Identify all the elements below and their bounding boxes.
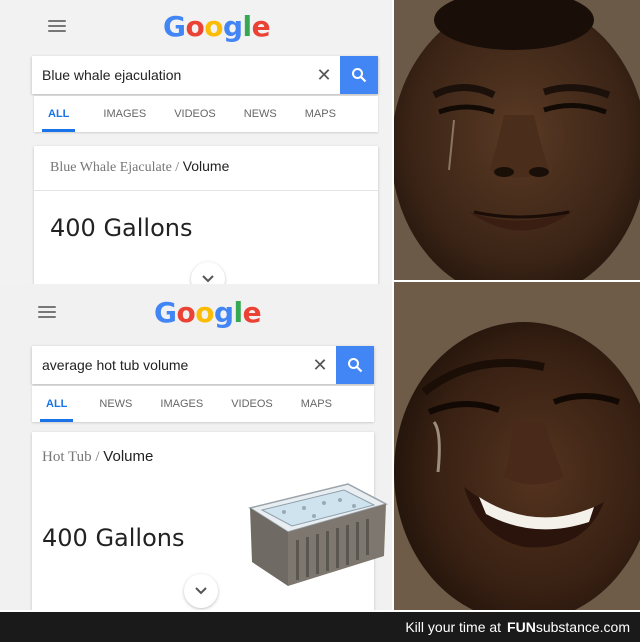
watermark-footer: Kill your time at FUNsubstance.com — [0, 612, 640, 642]
tab-videos[interactable]: VIDEOS — [217, 386, 287, 422]
tab-all[interactable]: ALL — [34, 96, 83, 132]
search-tabs: ALL NEWS IMAGES VIDEOS MAPS — [32, 386, 374, 422]
breadcrumb: Hot Tub / Volume — [42, 448, 153, 466]
brand-substance: substance — [535, 619, 600, 635]
top-search-screenshot: Google Blue whale ejaculation ✕ ALL IMAG… — [0, 0, 392, 284]
hamburger-menu-icon[interactable] — [38, 306, 56, 318]
breadcrumb-parent[interactable]: Hot Tub — [42, 449, 92, 465]
magnifier-icon — [352, 68, 367, 83]
footer-prefix: Kill your time at — [405, 619, 502, 635]
card-divider — [34, 190, 378, 191]
brand-fun: FUN — [507, 619, 536, 635]
tab-videos[interactable]: VIDEOS — [160, 96, 230, 132]
search-button[interactable] — [336, 346, 374, 384]
answer-value: 400 Gallons — [42, 524, 185, 552]
breadcrumb-separator: / — [95, 449, 100, 465]
search-input[interactable]: average hot tub volume — [32, 357, 304, 373]
chevron-down-icon — [202, 275, 214, 283]
sad-crying-face-image — [394, 0, 640, 280]
tab-all[interactable]: ALL — [32, 386, 81, 422]
crying-face-photo-top — [394, 0, 640, 280]
smiling-crying-face-image — [394, 282, 640, 610]
clear-icon[interactable]: ✕ — [308, 65, 340, 86]
breadcrumb-separator: / — [175, 160, 180, 175]
answer-value: 400 Gallons — [50, 214, 193, 242]
chevron-down-icon — [195, 587, 207, 595]
search-button[interactable] — [340, 56, 378, 94]
search-tabs: ALL IMAGES VIDEOS NEWS MAPS — [34, 96, 378, 132]
expand-chevron-button[interactable] — [184, 574, 218, 608]
tab-maps[interactable]: MAPS — [291, 96, 350, 132]
tab-images[interactable]: IMAGES — [83, 96, 160, 132]
brand-domain: .com — [599, 619, 630, 635]
search-bar: Blue whale ejaculation ✕ — [32, 56, 378, 94]
funsubstance-logo[interactable]: FUNsubstance.com — [507, 619, 630, 635]
magnifier-icon — [348, 358, 363, 373]
tab-news[interactable]: NEWS — [230, 96, 291, 132]
google-logo: Google — [163, 10, 271, 43]
tab-news[interactable]: NEWS — [81, 386, 146, 422]
search-input[interactable]: Blue whale ejaculation — [32, 67, 308, 83]
breadcrumb-current: Volume — [103, 448, 154, 465]
clear-icon[interactable]: ✕ — [304, 355, 336, 376]
hot-tub-image — [248, 483, 389, 586]
crying-smiling-face-photo-bottom — [394, 282, 640, 610]
breadcrumb-parent[interactable]: Blue Whale Ejaculate — [50, 160, 172, 175]
tab-maps[interactable]: MAPS — [287, 386, 346, 422]
hamburger-menu-icon[interactable] — [48, 20, 66, 32]
bottom-search-screenshot: Google average hot tub volume ✕ ALL NEWS… — [0, 284, 392, 610]
tab-images[interactable]: IMAGES — [146, 386, 217, 422]
google-logo: Google — [154, 296, 262, 329]
breadcrumb: Blue Whale Ejaculate / Volume — [50, 158, 229, 176]
search-bar: average hot tub volume ✕ — [32, 346, 374, 384]
breadcrumb-current: Volume — [182, 158, 230, 174]
